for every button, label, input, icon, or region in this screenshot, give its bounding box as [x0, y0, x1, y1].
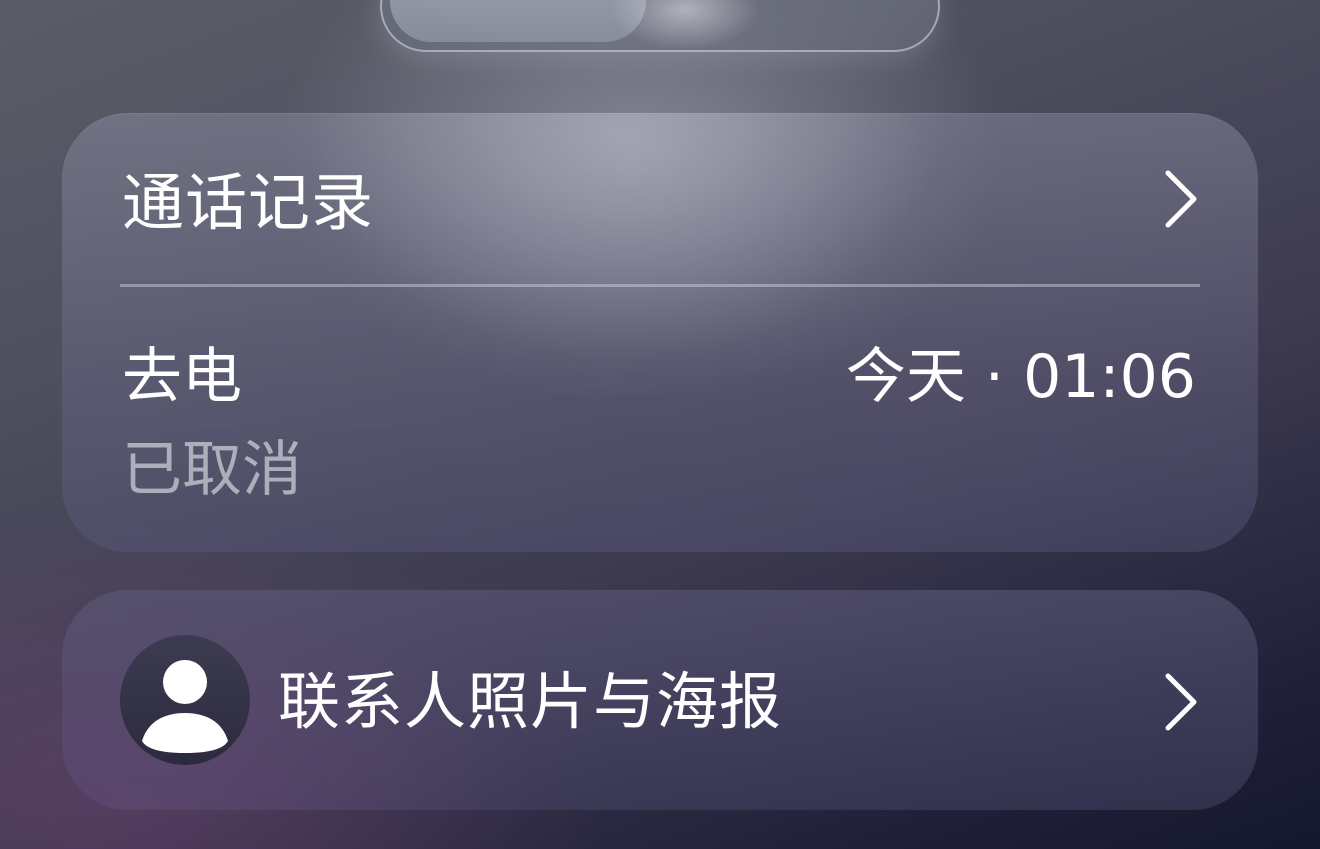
call-time: 今天 · 01:06	[845, 342, 1196, 412]
segmented-control: 详细信息 语音留言	[380, 0, 940, 52]
contact-poster-label: 联系人照片与海报	[278, 665, 783, 738]
chevron-right-icon[interactable]	[1162, 169, 1198, 229]
contact-poster-card[interactable]: 联系人照片与海报	[62, 590, 1258, 810]
call-history-card: 通话记录 去电 今天 · 01:06 已取消	[62, 113, 1258, 552]
call-history-title[interactable]: 通话记录	[122, 163, 374, 243]
call-type: 去电	[122, 342, 242, 412]
call-status: 已取消	[122, 435, 302, 505]
divider	[120, 284, 1200, 287]
chevron-right-icon[interactable]	[1162, 672, 1198, 732]
segment-voicemail-label[interactable]: 语音留言	[715, 0, 891, 10]
segment-details-label[interactable]: 详细信息	[440, 0, 616, 10]
person-icon	[120, 635, 250, 765]
